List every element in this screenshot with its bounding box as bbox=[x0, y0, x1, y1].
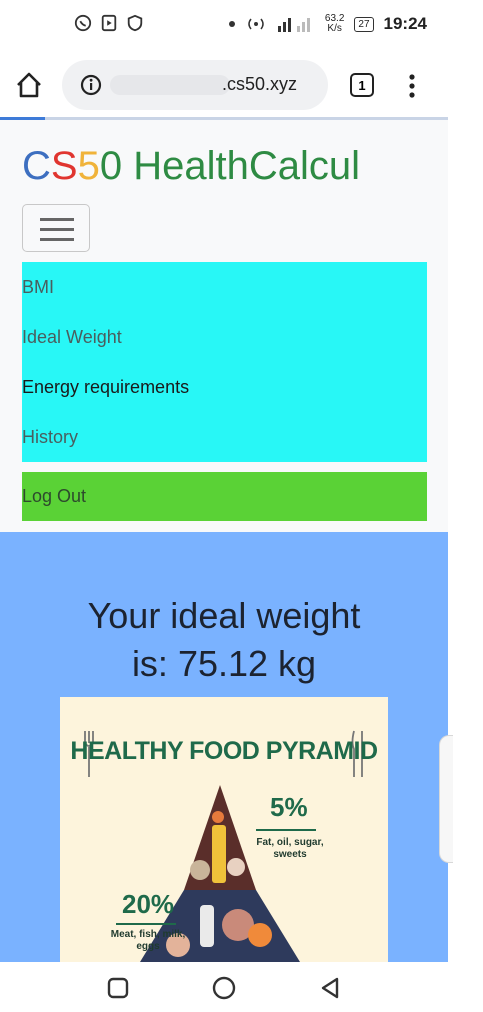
status-left-icons bbox=[74, 14, 144, 32]
site-navbar: CS50 HealthCalcul BMI Ideal Weight Energ… bbox=[0, 120, 448, 532]
browser-toolbar: .cs50.xyz 1 bbox=[0, 52, 448, 118]
media-icon bbox=[101, 14, 117, 32]
nav-item-bmi[interactable]: BMI bbox=[22, 277, 54, 298]
url-text: .cs50.xyz bbox=[222, 74, 298, 94]
status-right-icons: 63.2 K/s 27 19:24 bbox=[228, 14, 427, 34]
nav-item-ideal-weight[interactable]: Ideal Weight bbox=[22, 327, 122, 348]
tier-top-connector bbox=[256, 829, 316, 831]
network-speed: 63.2 K/s bbox=[325, 14, 344, 34]
brand-rest: HealthCalcul bbox=[122, 144, 360, 188]
dot-icon bbox=[228, 21, 235, 27]
brand-letter-c: C bbox=[22, 144, 51, 188]
logout-label: Log Out bbox=[22, 486, 87, 506]
blurred-hostname bbox=[110, 75, 230, 95]
clock: 19:24 bbox=[383, 14, 427, 33]
result-line-1: Your ideal weight bbox=[87, 595, 361, 636]
tab-switcher-button[interactable]: 1 bbox=[350, 73, 374, 97]
shield-icon bbox=[127, 14, 143, 32]
tier-top-label-line2: sweets bbox=[273, 849, 307, 860]
battery-icon: 27 bbox=[354, 16, 374, 32]
info-icon[interactable] bbox=[80, 74, 102, 96]
tier-top-percent: 5% bbox=[270, 792, 308, 822]
hamburger-icon-bar bbox=[40, 238, 74, 241]
signal-icon bbox=[277, 18, 310, 32]
hamburger-icon-bar bbox=[40, 228, 74, 231]
brand-letter-0: 0 bbox=[99, 144, 123, 188]
tier-top-label-line1: Fat, oil, sugar, bbox=[256, 837, 324, 848]
more-vert-icon[interactable] bbox=[404, 72, 420, 100]
brand-letter-5: 5 bbox=[77, 144, 100, 188]
tier-second-label-line1: Meat, fish, milk, bbox=[110, 929, 186, 940]
whatsapp-icon bbox=[74, 14, 92, 32]
home-icon[interactable] bbox=[14, 70, 44, 100]
tier-top-label: Fat, oil, sugar, sweets bbox=[256, 837, 324, 861]
network-speed-unit: K/s bbox=[327, 23, 342, 34]
tier-second-label-line2: eggs bbox=[136, 941, 160, 952]
recent-apps-icon[interactable] bbox=[106, 976, 130, 1000]
pyramid-title: HEALTHY FOOD PYRAMID bbox=[70, 737, 378, 765]
result-line-2: is: 75.12 kg bbox=[131, 643, 317, 684]
main-content: Your ideal weight is: 75.12 kg HEALTHY F… bbox=[0, 532, 448, 962]
home-circle-icon[interactable] bbox=[212, 976, 236, 1000]
navbar-toggler-button[interactable] bbox=[22, 204, 90, 252]
tier-second-connector bbox=[116, 923, 176, 925]
status-bar: 63.2 K/s 27 19:24 bbox=[0, 0, 483, 52]
system-nav-bar bbox=[0, 962, 483, 1012]
food-pyramid-image: HEALTHY FOOD PYRAMID 5% Fat, oil, sugar,… bbox=[60, 697, 388, 962]
nav-menu: BMI Ideal Weight Energy requirements His… bbox=[22, 262, 427, 462]
address-bar[interactable]: .cs50.xyz bbox=[62, 60, 328, 110]
logout-link[interactable]: Log Out bbox=[22, 472, 427, 521]
hamburger-icon-bar bbox=[40, 218, 74, 221]
nav-item-energy-requirements[interactable]: Energy requirements bbox=[22, 377, 189, 398]
hotspot-icon bbox=[248, 18, 264, 30]
back-icon[interactable] bbox=[318, 976, 342, 1000]
ideal-weight-result: Your ideal weight is: 75.12 kg bbox=[0, 592, 448, 688]
nav-item-history[interactable]: History bbox=[22, 427, 78, 448]
brand-logo[interactable]: CS50 HealthCalcul bbox=[22, 144, 360, 189]
edge-panel-handle[interactable] bbox=[439, 735, 453, 863]
tier-second-label: Meat, fish, milk, eggs bbox=[108, 929, 188, 953]
brand-letter-s: S bbox=[50, 144, 78, 188]
tier-second-percent: 20% bbox=[122, 889, 175, 919]
